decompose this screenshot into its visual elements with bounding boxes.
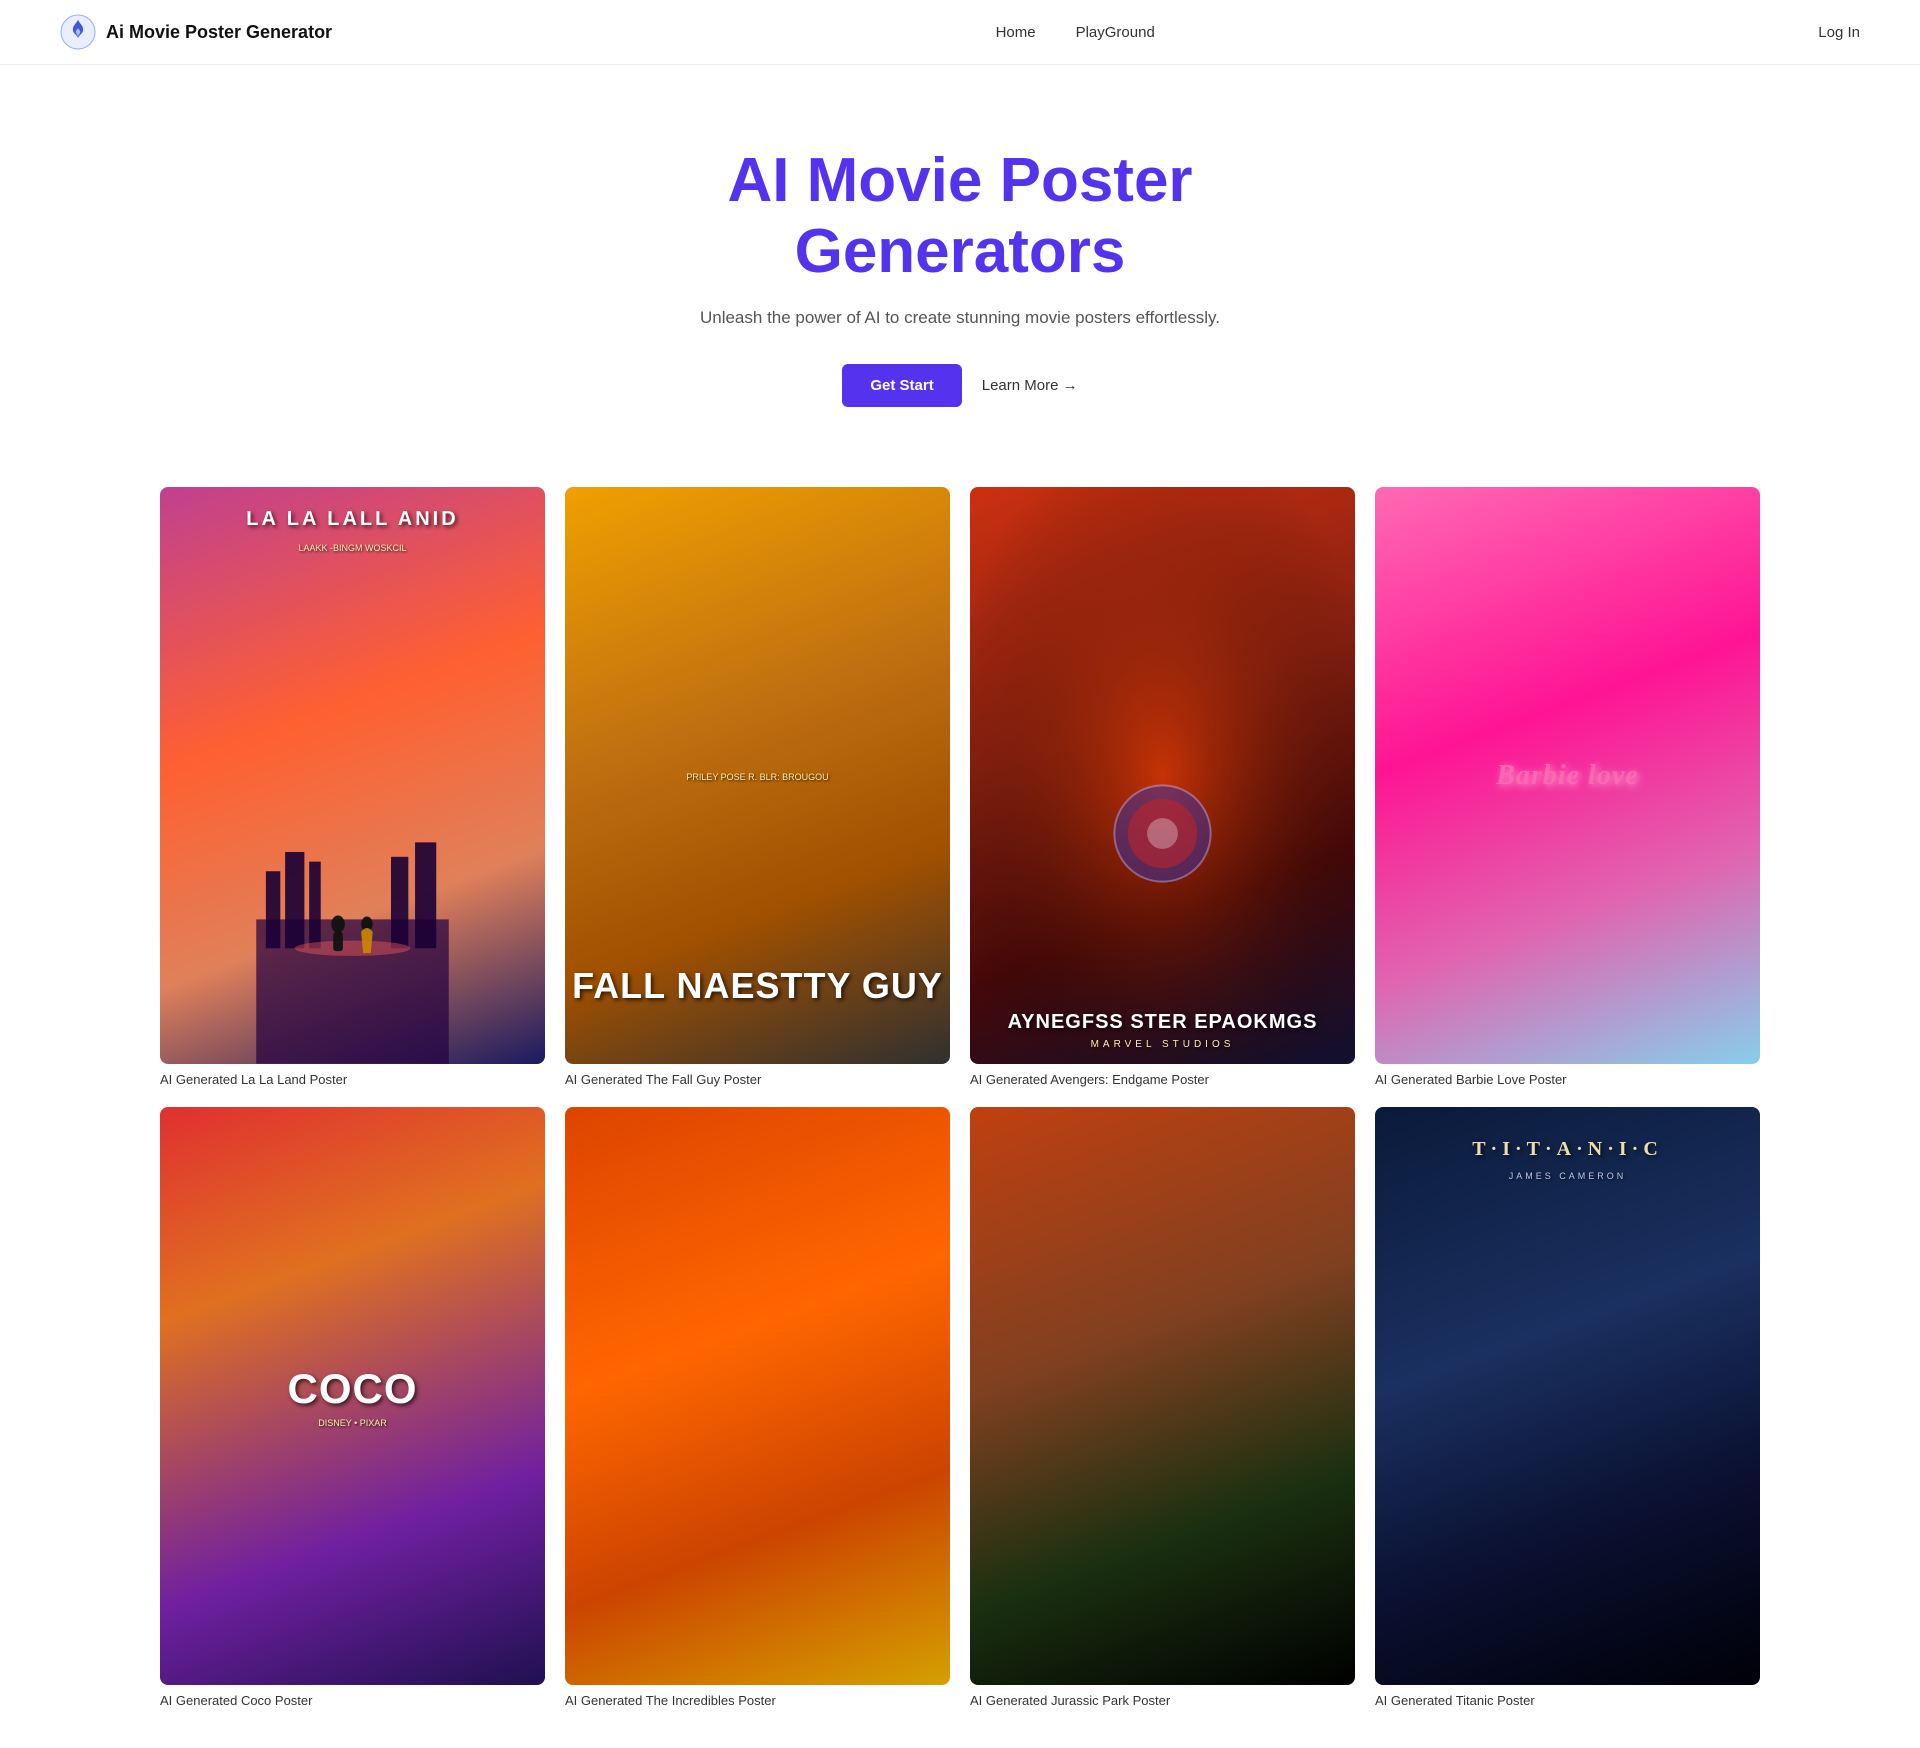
poster-label-coco: AI Generated Coco Poster: [160, 1693, 545, 1708]
poster-image-fallguy[interactable]: FALL NAESTTY GUYPRILEY POSE R. BLR: BROU…: [565, 487, 950, 1065]
poster-card-lalaland: LA LA LALL ANIDLAAKK -BINGM WOSKCILAI Ge…: [160, 487, 545, 1088]
nav-home[interactable]: Home: [996, 24, 1036, 41]
poster-card-titanic: T·I·T·A·N·I·CJAMES CAMERON AI Generated T…: [1375, 1107, 1760, 1708]
brand-link[interactable]: Ai Movie Poster Generator: [60, 14, 332, 50]
hero-section: AI Movie Poster Generators Unleash the p…: [0, 65, 1920, 467]
login-button[interactable]: Log In: [1818, 24, 1860, 41]
poster-image-barbie[interactable]: Barbie love: [1375, 487, 1760, 1065]
poster-image-coco[interactable]: COCODISNEY • PIXAR: [160, 1107, 545, 1685]
nav-links: Home PlayGround: [996, 24, 1155, 41]
hero-actions: Get Start Learn More →: [20, 364, 1900, 407]
nav-playground[interactable]: PlayGround: [1076, 24, 1155, 41]
learn-more-button[interactable]: Learn More →: [982, 377, 1078, 394]
poster-label-jurassic: AI Generated Jurassic Park Poster: [970, 1693, 1355, 1708]
gallery-section: LA LA LALL ANIDLAAKK -BINGM WOSKCIL AI Ge…: [0, 467, 1920, 1748]
hero-subtitle: Unleash the power of AI to create stunni…: [20, 308, 1900, 328]
poster-card-coco: COCODISNEY • PIXAR AI Generated Coco Post…: [160, 1107, 545, 1708]
poster-card-barbie: Barbie loveAI Generated Barbie Love Post…: [1375, 487, 1760, 1088]
get-start-button[interactable]: Get Start: [842, 364, 961, 407]
poster-image-jurassic[interactable]: [970, 1107, 1355, 1685]
poster-card-fallguy: FALL NAESTTY GUYPRILEY POSE R. BLR: BROU…: [565, 487, 950, 1088]
poster-image-avengers[interactable]: AYNEGFSS STER EPAOKMGSMARVEL STUDIOS: [970, 487, 1355, 1065]
navbar: Ai Movie Poster Generator Home PlayGroun…: [0, 0, 1920, 65]
hero-title: AI Movie Poster Generators: [20, 145, 1900, 288]
poster-card-jurassic: AI Generated Jurassic Park Poster: [970, 1107, 1355, 1708]
poster-label-titanic: AI Generated Titanic Poster: [1375, 1693, 1760, 1708]
gallery-grid: LA LA LALL ANIDLAAKK -BINGM WOSKCIL AI Ge…: [160, 487, 1760, 1708]
brand-logo-icon: [60, 14, 96, 50]
poster-image-incredibles[interactable]: [565, 1107, 950, 1685]
poster-image-titanic[interactable]: T·I·T·A·N·I·CJAMES CAMERON: [1375, 1107, 1760, 1685]
poster-label-incredibles: AI Generated The Incredibles Poster: [565, 1693, 950, 1708]
poster-image-lalaland[interactable]: LA LA LALL ANIDLAAKK -BINGM WOSKCIL: [160, 487, 545, 1065]
poster-card-incredibles: AI Generated The Incredibles Poster: [565, 1107, 950, 1708]
brand-name-text: Ai Movie Poster Generator: [106, 22, 332, 43]
poster-card-avengers: AYNEGFSS STER EPAOKMGSMARVEL STUDIOSAI G…: [970, 487, 1355, 1088]
